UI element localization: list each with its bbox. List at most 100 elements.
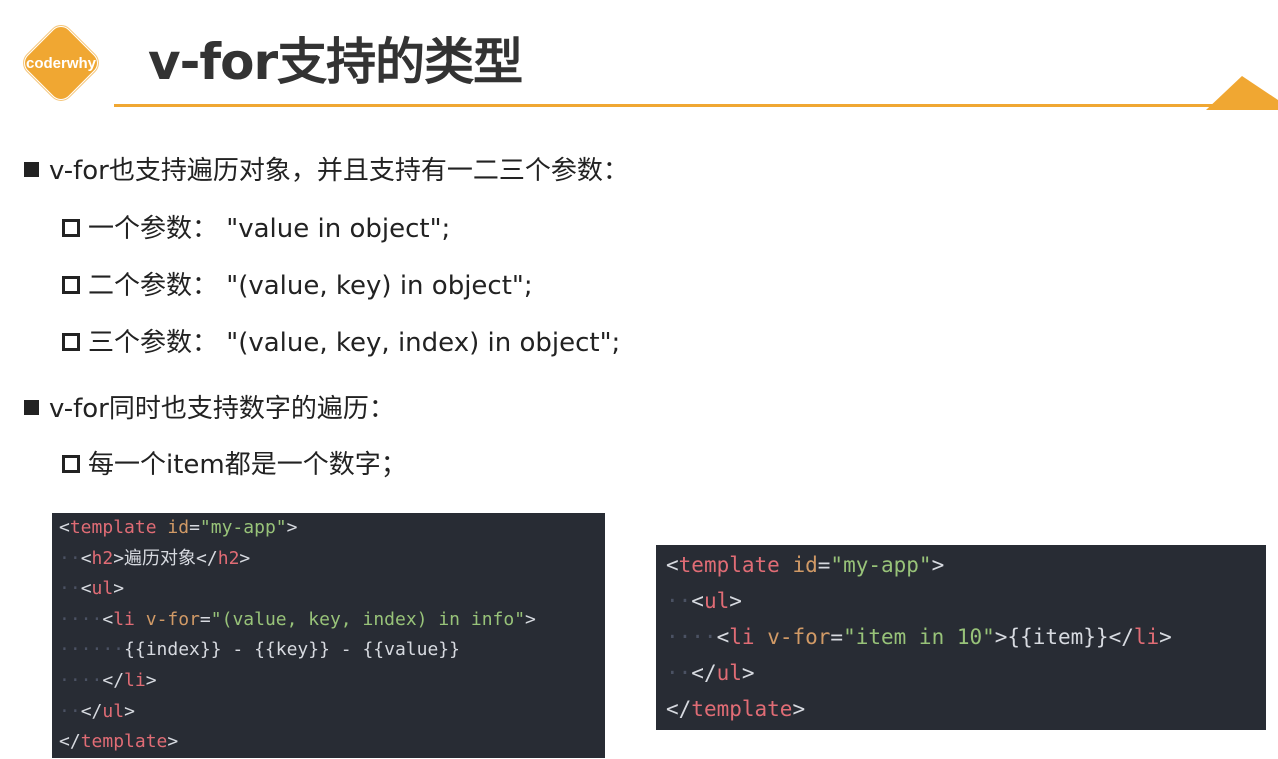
code-token: </ (80, 700, 103, 722)
corner-decoration (1206, 70, 1278, 110)
code-token: template (80, 731, 168, 753)
code-token: > (741, 661, 755, 685)
code-line: ··<ul> (52, 574, 605, 605)
code-token: li (113, 608, 135, 630)
bullet-level2: 三个参数： "(value, key, index) in object"; (62, 322, 620, 359)
bullet-text: 二个参数： "(value, key) in object"; (88, 271, 533, 301)
bullet-text: v-for也支持遍历对象，并且支持有一二三个参数： (49, 156, 629, 186)
code-line: ··<h2>遍历对象</h2> (52, 544, 605, 575)
code-line: ····<li v-for="(value, key, index) in in… (52, 605, 605, 636)
code-token: < (59, 517, 70, 538)
code-token: ···· (59, 669, 103, 691)
code-token: id (792, 553, 818, 577)
coderwhy-logo: coderwhy (12, 14, 110, 112)
hollow-square-bullet-icon (62, 332, 80, 351)
code-token: ······ (59, 639, 125, 661)
code-token: </ (666, 697, 692, 721)
code-token: "(value, key, index) in info" (210, 608, 526, 630)
code-token: id (167, 517, 190, 538)
code-token: </ (102, 669, 125, 691)
code-line: ····</li> (52, 666, 605, 697)
code-token: >{{item}}</ (994, 625, 1134, 649)
code-token: ·· (59, 578, 81, 600)
code-token: < (691, 589, 704, 613)
code-line: <template id="my-app"> (656, 547, 1266, 583)
code-token: ·· (666, 589, 692, 613)
code-line: <template id="my-app"> (52, 513, 605, 544)
bullet-text: 三个参数： "(value, key, index) in object"; (88, 328, 621, 358)
code-token: > (239, 547, 251, 569)
bullet-level1: v-for也支持遍历对象，并且支持有一二三个参数： (24, 150, 629, 187)
code-token: h2 (217, 547, 240, 569)
code-token: > (145, 669, 157, 691)
code-token: < (666, 553, 679, 577)
code-token: > (124, 700, 135, 722)
code-line: ··</ul> (52, 697, 605, 728)
code-token: ···· (666, 625, 717, 649)
code-line: ··</ul> (656, 655, 1266, 691)
hollow-square-bullet-icon (62, 275, 80, 294)
code-token: < (80, 547, 92, 569)
code-token: ·· (666, 661, 692, 685)
code-token: < (80, 578, 92, 600)
code-token: = (199, 608, 211, 630)
code-token: "item in 10" (843, 625, 995, 649)
code-token: </ (691, 661, 717, 685)
square-bullet-icon (24, 400, 39, 415)
page-title: v-for支持的类型 (148, 33, 523, 91)
bullet-level1: v-for同时也支持数字的遍历： (24, 388, 395, 425)
code-token: > (167, 731, 179, 753)
code-token: < (716, 625, 730, 649)
code-token: {{index}} - {{key}} - {{value}} (124, 639, 460, 661)
title-underline (114, 104, 1214, 107)
code-line: </template> (656, 691, 1266, 727)
code-token: ·· (59, 700, 81, 722)
code-token: ul (91, 578, 114, 600)
code-token: h2 (91, 547, 114, 569)
code-token: = (189, 517, 200, 538)
code-token: < (102, 608, 114, 630)
code-token: v-for (145, 608, 200, 630)
code-token: > (286, 517, 298, 538)
code-token: template (678, 553, 780, 577)
hollow-square-bullet-icon (62, 454, 80, 473)
code-token: li (1133, 625, 1160, 649)
code-token: template (691, 697, 793, 721)
code-line: ····<li v-for="item in 10">{{item}}</li> (656, 619, 1266, 655)
code-token: li (124, 669, 146, 691)
code-token: = (817, 553, 831, 577)
bullet-level2: 二个参数： "(value, key) in object"; (62, 265, 533, 302)
bullet-text: 每一个item都是一个数字； (88, 450, 407, 480)
code-token: li (729, 625, 755, 649)
code-block-number-iteration: <template id="my-app"> ··<ul> ····<li v-fo… (656, 545, 1266, 730)
code-token: ul (716, 661, 742, 685)
code-token: ···· (59, 608, 103, 630)
code-token: > (1159, 625, 1172, 649)
hollow-square-bullet-icon (62, 218, 80, 237)
code-token: = (830, 625, 844, 649)
diamond-logo-icon: coderwhy (22, 24, 100, 102)
code-token: </ (59, 731, 81, 753)
code-token: "my-app" (199, 517, 287, 538)
code-token: "my-app" (830, 553, 932, 577)
square-bullet-icon (24, 162, 39, 177)
code-token: ·· (59, 547, 81, 569)
bullet-text: v-for同时也支持数字的遍历： (49, 394, 395, 424)
code-token: >遍历对象</ (113, 547, 218, 569)
bullet-level2: 每一个item都是一个数字； (62, 444, 407, 481)
code-line: ··<ul> (656, 583, 1266, 619)
code-token: > (525, 608, 536, 630)
bullet-text: 一个参数： "value in object"; (88, 214, 451, 244)
logo-text: coderwhy (26, 55, 97, 72)
code-line: ······{{index}} - {{key}} - {{value}} (52, 635, 605, 666)
code-token: > (792, 697, 806, 721)
code-token: ul (703, 589, 730, 613)
code-token: ul (102, 700, 125, 722)
bullet-level2: 一个参数： "value in object"; (62, 208, 450, 245)
code-token: > (113, 578, 125, 600)
code-token: > (931, 553, 945, 577)
